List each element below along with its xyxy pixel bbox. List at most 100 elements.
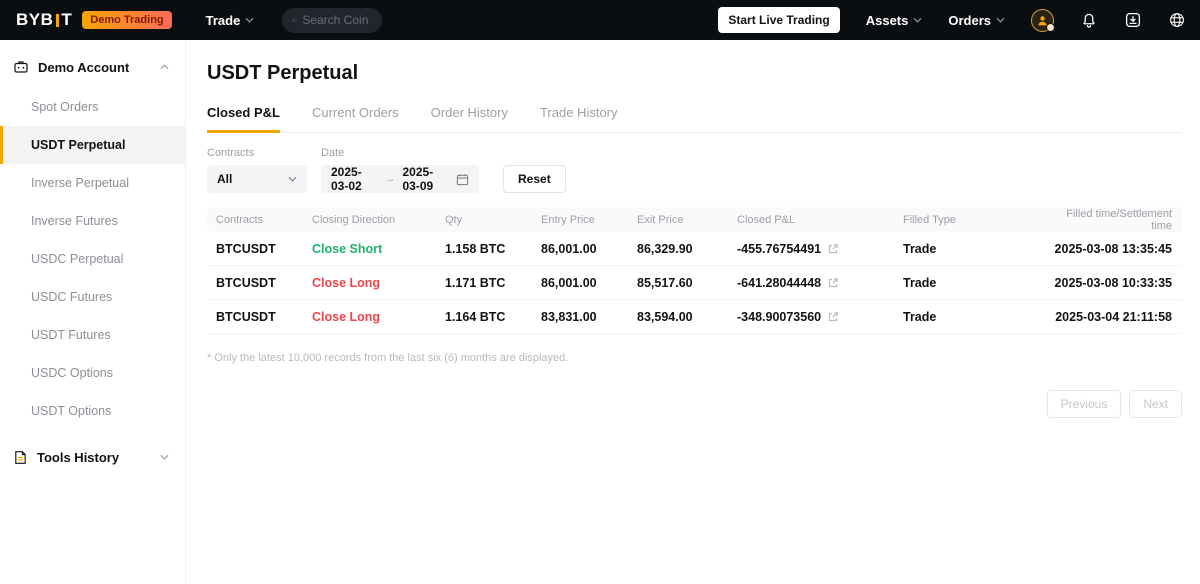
contracts-filter-label: Contracts <box>207 147 255 159</box>
share-pnl-icon[interactable] <box>827 311 839 323</box>
share-pnl-icon[interactable] <box>827 277 839 289</box>
tools-history-icon <box>15 450 26 464</box>
cell-entry-price: 86,001.00 <box>541 275 597 290</box>
demo-account-label: Demo Account <box>38 59 130 75</box>
sidebar-item-usdc-futures[interactable]: USDC Futures <box>0 278 185 316</box>
cell-entry-price: 83,831.00 <box>541 309 597 324</box>
sidebar: Demo Account Spot Orders USDT Perpetual … <box>0 40 186 584</box>
cell-closing-direction: Close Long <box>312 309 381 324</box>
filters-row: Contracts All Date 2025-03-02 → 2025-03-… <box>207 147 1182 193</box>
search-input[interactable] <box>302 13 373 27</box>
tab-current-orders[interactable]: Current Orders <box>312 105 399 133</box>
sidebar-item-spot-orders[interactable]: Spot Orders <box>0 88 185 126</box>
cell-filled-type: Trade <box>903 241 937 256</box>
header-filled-type: Filled Type <box>903 213 956 226</box>
chevron-down-icon <box>913 17 922 23</box>
avatar-status-badge <box>1046 22 1055 32</box>
cell-exit-price: 86,329.90 <box>637 241 693 256</box>
date-to-value: 2025-03-09 <box>402 165 434 193</box>
sidebar-item-inverse-futures[interactable]: Inverse Futures <box>0 202 185 240</box>
language-globe-icon[interactable] <box>1168 11 1186 29</box>
sidebar-item-usdt-futures[interactable]: USDT Futures <box>0 316 185 354</box>
header-contracts: Contracts <box>216 213 264 226</box>
logo-text-byb: BYB <box>16 10 54 29</box>
pagination: Previous Next <box>207 390 1182 418</box>
table-row: BTCUSDT Close Short 1.158 BTC 86,001.00 … <box>207 232 1182 266</box>
contracts-select[interactable]: All <box>207 165 307 193</box>
chevron-down-icon <box>288 176 297 182</box>
cell-contracts: BTCUSDT <box>216 275 276 290</box>
share-pnl-icon[interactable] <box>827 243 839 255</box>
sidebar-item-usdt-options[interactable]: USDT Options <box>0 392 185 430</box>
demo-trading-badge: Demo Trading <box>82 11 172 29</box>
cell-filled-time: 2025-03-04 21:11:58 <box>1055 309 1172 324</box>
logo-text-t: T <box>61 10 73 29</box>
notifications-bell-icon[interactable] <box>1080 11 1098 29</box>
cell-closed-pnl: -455.76754491 <box>737 241 822 256</box>
orders-menu-label: Orders <box>948 12 991 28</box>
cell-filled-time: 2025-03-08 13:35:45 <box>1054 241 1172 256</box>
cell-qty: 1.164 BTC <box>445 309 506 324</box>
cell-closed-pnl: -641.28044448 <box>737 275 822 290</box>
sidebar-demo-account[interactable]: Demo Account <box>0 46 185 88</box>
closed-pnl-table: Contracts Closing Direction Qty Entry Pr… <box>207 207 1182 334</box>
cell-qty: 1.171 BTC <box>445 275 506 290</box>
page-title: USDT Perpetual <box>207 62 359 84</box>
sidebar-item-usdc-options[interactable]: USDC Options <box>0 354 185 392</box>
date-range-picker[interactable]: 2025-03-02 → 2025-03-09 <box>321 165 479 193</box>
cell-contracts: BTCUSDT <box>216 241 276 256</box>
cell-qty: 1.158 BTC <box>445 241 506 256</box>
tab-bar: Closed P&L Current Orders Order History … <box>207 105 1182 133</box>
assets-menu[interactable]: Assets <box>866 13 923 28</box>
previous-page-button[interactable]: Previous <box>1046 390 1122 418</box>
download-app-icon[interactable] <box>1124 11 1142 29</box>
header-closing-direction: Closing Direction <box>312 213 396 226</box>
date-filter-label: Date <box>321 147 345 159</box>
search-coin-box[interactable] <box>282 7 383 33</box>
header-closed-pnl: Closed P&L <box>737 213 796 226</box>
date-from-value: 2025-03-02 <box>331 165 362 193</box>
user-avatar[interactable] <box>1031 8 1055 32</box>
assets-menu-label: Assets <box>865 12 909 28</box>
search-icon <box>292 18 296 22</box>
table-row: BTCUSDT Close Long 1.171 BTC 86,001.00 8… <box>207 266 1182 300</box>
top-navigation-bar: BYB T Demo Trading Trade Start Live Tradi… <box>0 0 1200 40</box>
tools-history-label: Tools History <box>37 449 120 465</box>
tab-closed-pnl[interactable]: Closed P&L <box>207 105 280 133</box>
chevron-up-icon <box>160 64 169 70</box>
header-filled-time: Filled time/Settlement time <box>1066 207 1172 232</box>
sidebar-tools-history[interactable]: Tools History <box>0 436 185 478</box>
bybit-logo[interactable]: BYB T <box>16 10 72 30</box>
reset-button[interactable]: Reset <box>503 165 566 193</box>
cell-closing-direction: Close Short <box>312 241 383 256</box>
header-exit-price: Exit Price <box>637 213 684 226</box>
header-qty: Qty <box>445 213 463 226</box>
contracts-select-value: All <box>217 172 233 186</box>
date-range-arrow: → <box>384 173 396 185</box>
records-limit-note: * Only the latest 10,000 records from th… <box>207 352 569 364</box>
sidebar-item-inverse-perpetual[interactable]: Inverse Perpetual <box>0 164 185 202</box>
sidebar-item-usdc-perpetual[interactable]: USDC Perpetual <box>0 240 185 278</box>
main-content: USDT Perpetual Closed P&L Current Orders… <box>186 40 1200 584</box>
header-entry-price: Entry Price <box>541 213 595 226</box>
cell-closed-pnl: -348.90073560 <box>737 309 822 324</box>
tab-order-history[interactable]: Order History <box>431 105 508 133</box>
orders-menu[interactable]: Orders <box>948 13 1005 28</box>
sidebar-item-usdt-perpetual[interactable]: USDT Perpetual <box>0 126 185 164</box>
chevron-down-icon <box>245 17 254 23</box>
chevron-down-icon <box>160 454 169 460</box>
chevron-down-icon <box>996 17 1005 23</box>
start-live-trading-button[interactable]: Start Live Trading <box>718 7 840 33</box>
cell-exit-price: 85,517.60 <box>637 275 693 290</box>
cell-exit-price: 83,594.00 <box>637 309 693 324</box>
cell-closing-direction: Close Long <box>312 275 381 290</box>
next-page-button[interactable]: Next <box>1129 390 1182 418</box>
calendar-icon <box>456 173 469 186</box>
table-header-row: Contracts Closing Direction Qty Entry Pr… <box>207 207 1182 232</box>
cell-filled-time: 2025-03-08 10:33:35 <box>1054 275 1172 290</box>
cell-filled-type: Trade <box>903 275 937 290</box>
tab-trade-history[interactable]: Trade History <box>540 105 618 133</box>
demo-account-icon <box>14 61 28 73</box>
logo-i-bar <box>56 13 60 27</box>
trade-menu[interactable]: Trade <box>206 13 255 28</box>
